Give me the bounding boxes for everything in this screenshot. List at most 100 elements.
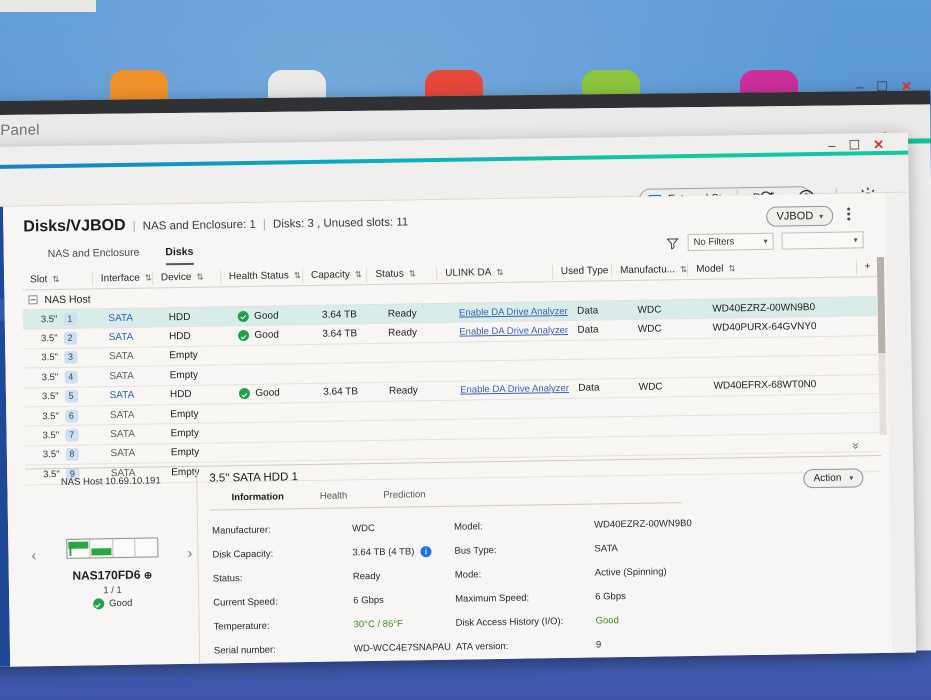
app-window-controls[interactable]: – ☐ ✕ xyxy=(828,137,884,153)
filter-funnel-icon[interactable] xyxy=(666,236,680,250)
minimize-icon[interactable]: – xyxy=(828,138,835,153)
scrollbar-thumb[interactable] xyxy=(876,256,886,354)
cell-capacity: 3.64 TB xyxy=(321,308,357,321)
column-header-slot[interactable]: Slot ⇅ xyxy=(22,272,92,287)
cell-health-status xyxy=(231,354,315,355)
cell-slot: 3.5" 6 xyxy=(30,409,102,423)
maximize-icon[interactable]: ☐ xyxy=(876,79,888,94)
enclosure-prev-button[interactable]: ‹ xyxy=(31,547,36,564)
cell-status: Ready xyxy=(387,308,417,320)
tab-disks[interactable]: Disks xyxy=(165,245,194,266)
column-header-used-type[interactable]: Used Type xyxy=(551,263,612,279)
more-options-icon[interactable] xyxy=(841,205,855,225)
detail-field-value: WD-WCC4E7SNAPAU xyxy=(354,641,451,654)
detail-tab-health[interactable]: Health xyxy=(320,490,348,505)
column-header-manufactu[interactable]: Manufactu... ⇅ xyxy=(610,262,688,278)
filter-controls[interactable]: No Filters ▾ ▾ xyxy=(666,231,864,252)
sort-icon[interactable]: ⇅ xyxy=(52,274,59,285)
bay-slot[interactable] xyxy=(67,539,91,558)
filter-select-value: No Filters xyxy=(693,236,735,248)
cell-ulink-da[interactable]: Enable DA Drive Analyzer xyxy=(451,306,569,319)
sort-icon[interactable]: ⇅ xyxy=(409,268,416,279)
column-header-status[interactable]: Status ⇅ xyxy=(366,266,437,282)
enable-da-drive-analyzer-link[interactable]: Enable DA Drive Analyzer xyxy=(459,306,568,319)
detail-field-value: 9 xyxy=(596,639,601,650)
sort-icon[interactable]: ⇅ xyxy=(294,270,301,281)
close-icon[interactable]: ✕ xyxy=(901,79,912,94)
column-header-health-status[interactable]: Health Status ⇅ xyxy=(219,268,303,284)
column-header-label: Health Status xyxy=(228,270,289,283)
add-column-icon[interactable]: + xyxy=(855,259,877,274)
cell-model xyxy=(706,423,878,426)
page-header: Disks/VJBOD | NAS and Enclosure: 1 | Dis… xyxy=(23,212,408,236)
filter-select[interactable]: No Filters ▾ xyxy=(687,232,774,252)
enclosure-name-text: NAS170FD6 xyxy=(72,567,141,583)
collapse-group-icon[interactable] xyxy=(28,295,38,305)
detail-field-label: Disk Access History (I/O): xyxy=(455,615,564,629)
collapse-panel-button[interactable]: » xyxy=(847,435,864,457)
tab-nas-and-enclosure[interactable]: NAS and Enclosure xyxy=(48,247,140,267)
detail-tab-information[interactable]: Information xyxy=(232,491,284,507)
cell-ulink-da xyxy=(452,350,570,352)
cell-manufacturer xyxy=(631,425,706,426)
enable-da-drive-analyzer-link[interactable]: Enable DA Drive Analyzer xyxy=(460,383,569,396)
enclosure-next-button[interactable]: › xyxy=(187,545,192,562)
cell-capacity xyxy=(316,411,382,412)
cell-model: WD40EFRX-68WT0N0 xyxy=(713,379,817,392)
bay-slot[interactable] xyxy=(89,539,114,558)
cell-model: WD40PURX-64GVNY0 xyxy=(712,321,817,334)
cell-manufacturer: WDC xyxy=(638,381,663,394)
status-ok-icon xyxy=(93,598,105,610)
table-scrollbar[interactable] xyxy=(876,256,887,436)
enable-da-drive-analyzer-link[interactable]: Enable DA Drive Analyzer xyxy=(459,325,568,338)
column-header-model[interactable]: Model ⇅ xyxy=(687,259,856,277)
column-header-label: Slot xyxy=(30,274,48,286)
maximize-icon[interactable]: ☐ xyxy=(848,137,860,152)
cell-ulink-da[interactable]: Enable DA Drive Analyzer xyxy=(451,325,569,338)
disk-detail-pane: NAS Host 10.69.10.191 ‹ › NAS170FD6 ⊕ 1 … xyxy=(25,455,885,667)
cell-status: Ready xyxy=(388,385,418,398)
cell-slot: 3.5" 2 xyxy=(29,331,101,345)
cell-ulink-da xyxy=(453,427,571,429)
slot-number-badge: 1 xyxy=(63,312,77,326)
cell-used-type: Data xyxy=(577,305,599,317)
column-header-capacity[interactable]: Capacity ⇅ xyxy=(301,267,367,283)
outer-window-title: Panel xyxy=(0,121,40,139)
chevron-down-icon: ▾ xyxy=(763,236,768,246)
minimize-icon[interactable]: – xyxy=(856,79,863,94)
info-icon[interactable]: i xyxy=(420,545,432,557)
detail-tab-prediction[interactable]: Prediction xyxy=(383,489,425,505)
column-header-interface[interactable]: Interface ⇅ xyxy=(91,270,152,286)
cell-status xyxy=(381,371,452,372)
vjbod-button[interactable]: VJBOD ▾ xyxy=(766,205,834,227)
slot-size: 3.5" xyxy=(41,352,59,364)
page-tabs[interactable]: NAS and Enclosure Disks xyxy=(48,245,194,267)
bay-slot[interactable] xyxy=(112,538,136,558)
column-header-label: Status xyxy=(375,268,404,280)
cell-ulink-da[interactable]: Enable DA Drive Analyzer xyxy=(452,383,570,396)
cell-interface: SATA xyxy=(109,390,135,402)
sort-icon[interactable]: ⇅ xyxy=(196,272,203,283)
slot-number-badge: 3 xyxy=(63,351,78,365)
sort-icon[interactable]: ⇅ xyxy=(728,263,735,274)
bay-slot[interactable] xyxy=(135,538,157,556)
close-icon[interactable]: ✕ xyxy=(873,137,884,152)
enclosure-count: 1 / 1 xyxy=(103,584,122,597)
secondary-filter-select[interactable]: ▾ xyxy=(781,231,864,250)
disk-detail-main: 3.5" SATA HDD 1 Information Health Predict… xyxy=(203,456,884,667)
cell-device: HDD xyxy=(168,311,191,323)
action-button[interactable]: Action ▾ xyxy=(803,468,864,489)
outer-window-controls[interactable]: – ☐ ✕ xyxy=(856,79,912,95)
enclosure-bay-diagram[interactable] xyxy=(66,537,159,559)
disk-detail-tabs[interactable]: Information Health Prediction xyxy=(232,489,426,507)
column-header-device[interactable]: Device ⇅ xyxy=(151,269,220,285)
cell-slot: 3.5" 7 xyxy=(30,428,102,442)
cell-capacity xyxy=(316,450,382,451)
sort-icon[interactable]: ⇅ xyxy=(355,269,362,280)
column-header-ulink-da[interactable]: ULINK DA ⇅ xyxy=(436,264,552,281)
sort-icon[interactable]: ⇅ xyxy=(496,267,503,278)
detail-field-value-text: Active (Spinning) xyxy=(594,565,667,579)
storage-snapshots-window: – ☐ ✕ External Storage Devices ▾ xyxy=(0,132,917,668)
magnify-icon[interactable]: ⊕ xyxy=(144,571,153,582)
cell-health-status: Good xyxy=(231,387,315,400)
